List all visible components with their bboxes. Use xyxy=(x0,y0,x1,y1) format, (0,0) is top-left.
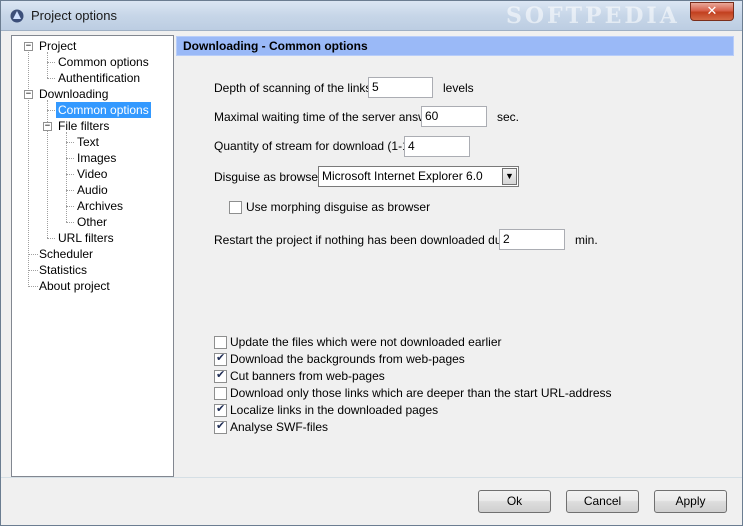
tree-item-video[interactable]: Video xyxy=(75,166,109,182)
ok-button[interactable]: Ok xyxy=(478,490,551,513)
restart-label: Restart the project if nothing has been … xyxy=(214,233,525,247)
option-checkbox[interactable] xyxy=(214,387,227,400)
cancel-button[interactable]: Cancel xyxy=(566,490,639,513)
project-options-window: Project options SOFTPEDIA ✕ − − − Projec… xyxy=(0,0,743,526)
tree-item-audio[interactable]: Audio xyxy=(75,182,110,198)
tree-item-authentification[interactable]: Authentification xyxy=(56,70,142,86)
depth-input[interactable]: 5 xyxy=(368,77,433,98)
browser-select-value: Microsoft Internet Explorer 6.0 xyxy=(322,169,483,183)
panel-header: Downloading - Common options xyxy=(176,36,734,56)
depth-unit: levels xyxy=(443,81,474,95)
wait-label: Maximal waiting time of the server answe… xyxy=(214,110,441,124)
apply-button[interactable]: Apply xyxy=(654,490,727,513)
option-checkbox[interactable]: ✔ xyxy=(214,403,227,417)
option-checkbox-label: Update the files which were not download… xyxy=(230,335,502,349)
watermark: SOFTPEDIA xyxy=(506,3,680,29)
options-tree[interactable]: − − − Project Common options Authentific… xyxy=(11,35,174,477)
file-filters-collapse-toggle[interactable]: − xyxy=(43,122,52,131)
browser-label: Disguise as browser: xyxy=(214,170,326,184)
option-checkbox-label: Download the backgrounds from web-pages xyxy=(230,352,465,366)
tree-item-file-filters[interactable]: File filters xyxy=(56,118,111,134)
footer-separator xyxy=(1,477,742,478)
title-bar[interactable]: Project options SOFTPEDIA ✕ xyxy=(1,1,742,31)
chevron-down-icon[interactable]: ▼ xyxy=(502,168,517,185)
checkmark-icon: ✔ xyxy=(216,420,226,432)
morphing-label: Use morphing disguise as browser xyxy=(246,200,431,214)
options-panel: Downloading - Common options Depth of sc… xyxy=(176,35,734,477)
window-title: Project options xyxy=(31,8,117,23)
restart-unit: min. xyxy=(575,233,598,247)
streams-label: Quantity of stream for download (1-15): xyxy=(214,139,423,153)
option-checkbox[interactable]: ✔ xyxy=(214,420,227,434)
option-checkbox-label: Analyse SWF-files xyxy=(230,420,329,434)
tree-item-archives[interactable]: Archives xyxy=(75,198,125,214)
streams-input[interactable]: 4 xyxy=(404,136,470,157)
option-checkbox-label: Download only those links which are deep… xyxy=(230,386,612,400)
tree-item-project-common-options[interactable]: Common options xyxy=(56,54,151,70)
option-checkbox-label: Cut banners from web-pages xyxy=(230,369,385,383)
checkmark-icon: ✔ xyxy=(216,352,226,364)
tree-item-downloading-common-options[interactable]: Common options xyxy=(56,102,151,118)
morphing-checkbox[interactable] xyxy=(229,201,242,214)
tree-item-other[interactable]: Other xyxy=(75,214,109,230)
tree-item-statistics[interactable]: Statistics xyxy=(37,262,89,278)
downloading-collapse-toggle[interactable]: − xyxy=(24,90,33,99)
wait-input[interactable]: 60 xyxy=(421,106,487,127)
option-checkbox[interactable]: ✔ xyxy=(214,369,227,383)
tree-item-images[interactable]: Images xyxy=(75,150,118,166)
restart-input[interactable]: 2 xyxy=(499,229,565,250)
option-checkbox-label: Localize links in the downloaded pages xyxy=(230,403,439,417)
tree-item-about-project[interactable]: About project xyxy=(37,278,112,294)
tree-item-url-filters[interactable]: URL filters xyxy=(56,230,116,246)
option-checkbox[interactable]: ✔ xyxy=(214,352,227,366)
tree-item-downloading[interactable]: Downloading xyxy=(37,86,110,102)
checkmark-icon: ✔ xyxy=(216,369,226,381)
browser-select[interactable]: Microsoft Internet Explorer 6.0 ▼ xyxy=(318,166,519,187)
close-button[interactable]: ✕ xyxy=(690,2,734,21)
checkmark-icon: ✔ xyxy=(216,403,226,415)
depth-label: Depth of scanning of the links: xyxy=(214,81,375,95)
wait-unit: sec. xyxy=(497,110,520,124)
project-collapse-toggle[interactable]: − xyxy=(24,42,33,51)
tree-item-project[interactable]: Project xyxy=(37,38,78,54)
option-checkbox[interactable] xyxy=(214,336,227,349)
tree-item-text[interactable]: Text xyxy=(75,134,101,150)
tree-item-scheduler[interactable]: Scheduler xyxy=(37,246,95,262)
app-icon xyxy=(10,9,24,23)
